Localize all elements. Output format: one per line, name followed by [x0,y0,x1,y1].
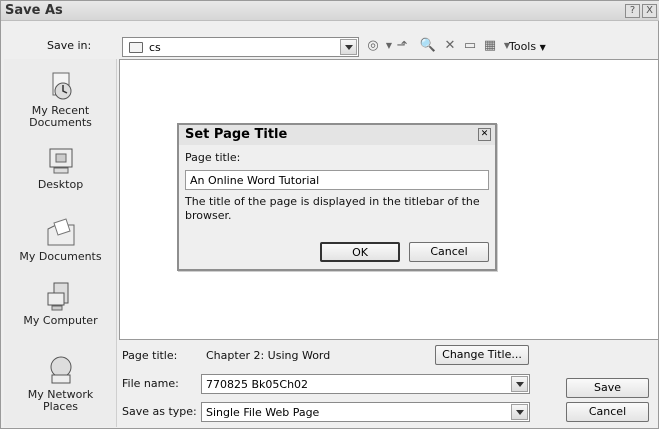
close-icon[interactable]: ✕ [478,128,491,141]
place-my-computer[interactable]: My Computer [4,281,117,327]
save-as-type-label: Save as type: [122,405,197,418]
my-computer-icon [44,281,78,313]
help-button[interactable]: ? [625,4,640,18]
close-button[interactable]: X [642,4,657,18]
place-label: My Documents [19,250,102,263]
save-as-dialog: Save As ? X Save in: cs ◎ ▼ ⬏ 🔍 ✕ ▭ ▦ ▼ … [0,0,659,429]
save-in-combo[interactable]: cs [122,37,359,57]
cancel-button[interactable]: Cancel [566,402,649,422]
page-title-input-value: An Online Word Tutorial [190,174,320,187]
save-button[interactable]: Save [566,378,649,398]
place-label: My Computer [23,314,98,327]
places-bar: My Recent Documents Desktop My Documents [4,59,117,427]
page-title-input[interactable]: An Online Word Tutorial [185,170,489,190]
set-page-title-dialog: Set Page Title ✕ Page title: An Online W… [177,123,497,271]
modal-description: The title of the page is displayed in th… [185,195,480,222]
change-title-button[interactable]: Change Title... [435,345,529,365]
recent-documents-icon [44,71,78,103]
place-my-recent-documents[interactable]: My Recent Documents [4,71,117,129]
up-folder-icon[interactable]: ⬏ [393,38,411,54]
folder-icon [129,42,143,53]
place-label: Desktop [37,178,84,191]
ok-button[interactable]: OK [320,242,400,262]
search-web-icon[interactable]: 🔍 [419,38,437,54]
chevron-down-icon[interactable] [511,376,528,392]
page-title-label: Page title: [122,349,178,362]
dialog-title: Save As [5,3,63,18]
place-label: Documents [29,116,92,129]
my-documents-icon [44,217,78,249]
new-folder-icon[interactable]: ▭ [461,38,479,54]
file-name-label: File name: [122,377,179,390]
chevron-down-icon[interactable] [511,404,528,420]
place-my-documents[interactable]: My Documents [4,217,117,263]
place-desktop[interactable]: Desktop [4,145,117,191]
file-name-value: 770825 Bk05Ch02 [206,378,309,391]
save-as-type-combo[interactable]: Single File Web Page [201,402,530,422]
save-in-label: Save in: [47,39,92,52]
save-in-value: cs [149,41,161,54]
desktop-icon [44,145,78,177]
tools-menu[interactable]: Tools ▼ [509,40,546,53]
place-label: Places [43,400,78,413]
page-title-value: Chapter 2: Using Word [206,349,331,362]
save-as-type-value: Single File Web Page [206,406,320,419]
modal-page-title-label: Page title: [185,151,241,164]
chevron-down-icon[interactable] [340,39,357,55]
views-icon[interactable]: ▦ [481,38,499,54]
modal-title-bar: Set Page Title ✕ [179,125,495,145]
delete-icon[interactable]: ✕ [441,38,459,54]
network-places-icon [44,355,78,387]
place-my-network-places[interactable]: My Network Places [4,355,117,413]
title-bar: Save As ? X [1,1,659,21]
file-name-combo[interactable]: 770825 Bk05Ch02 [201,374,530,394]
modal-title: Set Page Title [185,127,288,142]
modal-cancel-button[interactable]: Cancel [409,242,489,262]
